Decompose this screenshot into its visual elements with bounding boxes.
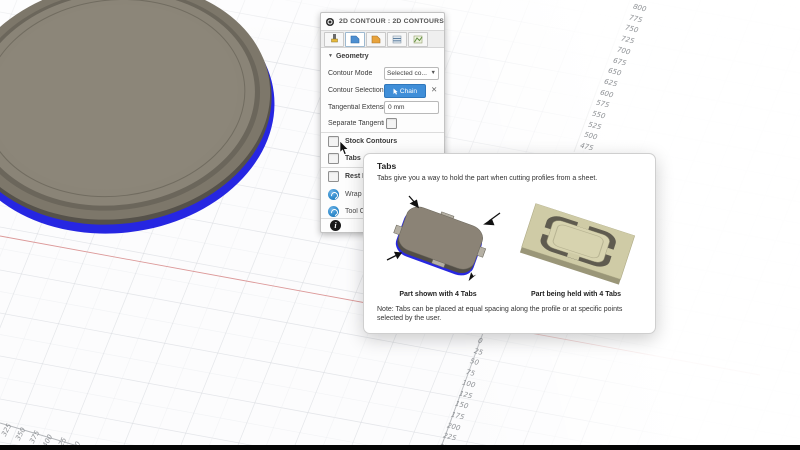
heights-tab[interactable] (366, 32, 386, 47)
separate-tangential-row: Separate Tangenti... (321, 116, 444, 130)
tabs-tooltip: Tabs Tabs give you a way to hold the par… (363, 153, 656, 334)
tooltip-note: Note: Tabs can be placed at equal spacin… (377, 305, 641, 324)
heights-icon (370, 34, 382, 44)
info-icon[interactable]: i (330, 220, 341, 231)
geometry-section-header[interactable]: ▼ Geometry (321, 49, 444, 63)
mouse-cursor (339, 141, 351, 156)
passes-tab[interactable] (387, 32, 407, 47)
passes-icon (391, 34, 403, 44)
tool-icon (328, 34, 340, 44)
separate-tangential-checkbox[interactable] (386, 118, 397, 129)
linking-icon (412, 34, 424, 44)
tooltip-body: Tabs give you a way to hold the part whe… (377, 175, 645, 182)
geometry-section-label: Geometry (336, 53, 369, 60)
wrap-toolpath-icon (328, 189, 339, 200)
dialog-header[interactable]: 2D CONTOUR : 2D CONTOURS (321, 13, 444, 31)
geometry-tab[interactable] (345, 32, 365, 47)
tangential-extension-label: Tangential Extensi... (328, 104, 384, 111)
stock-contours-label: Stock Contours (345, 138, 397, 145)
dialog-tab-strip (321, 31, 444, 48)
linking-tab[interactable] (408, 32, 428, 47)
part-held-in-sheet-figure (514, 200, 642, 286)
model-disc[interactable] (0, 0, 295, 246)
contour-mode-dropdown[interactable]: Selected co... ▼ (384, 67, 439, 80)
bottom-bar (0, 445, 800, 450)
operation-icon (326, 18, 334, 26)
cursor-icon (393, 88, 398, 95)
tooltip-title: Tabs (377, 161, 396, 171)
stock-contours-checkbox[interactable] (328, 136, 339, 147)
chain-selection-chip[interactable]: Chain (384, 84, 426, 98)
contour-mode-row: Contour Mode Selected co... ▼ (321, 65, 444, 81)
tool-orientation-icon (328, 206, 339, 217)
tabs-checkbox[interactable] (328, 153, 339, 164)
separate-tangential-label: Separate Tangenti... (328, 120, 384, 127)
section-caret-icon: ▼ (328, 53, 333, 59)
chevron-down-icon: ▼ (431, 70, 436, 76)
contour-mode-label: Contour Mode (328, 70, 372, 77)
dialog-title: 2D CONTOUR : 2D CONTOURS (339, 18, 444, 25)
tool-tab[interactable] (324, 32, 344, 47)
tangential-extension-input[interactable]: 0 mm (384, 101, 439, 114)
cursor-arrow-icon (468, 272, 478, 283)
caption-part-held: Part being held with 4 Tabs (506, 291, 646, 298)
cam-viewport: 8007757507257006756506256005755505255004… (0, 0, 800, 450)
caption-part-with-tabs: Part shown with 4 Tabs (374, 291, 502, 298)
part-with-tabs-figure (382, 194, 502, 289)
tangential-extension-value: 0 mm (388, 104, 404, 111)
contour-selection-row: Contour Selection Chain ✕ (321, 82, 444, 98)
tangential-extension-row: Tangential Extensi... 0 mm (321, 99, 444, 115)
rest-machining-checkbox[interactable] (328, 171, 339, 182)
chain-chip-label: Chain (400, 88, 417, 95)
contour-mode-value: Selected co... (387, 70, 427, 77)
remove-selection-button[interactable]: ✕ (431, 85, 437, 94)
geometry-icon (349, 34, 361, 44)
contour-selection-label: Contour Selection (328, 87, 384, 94)
